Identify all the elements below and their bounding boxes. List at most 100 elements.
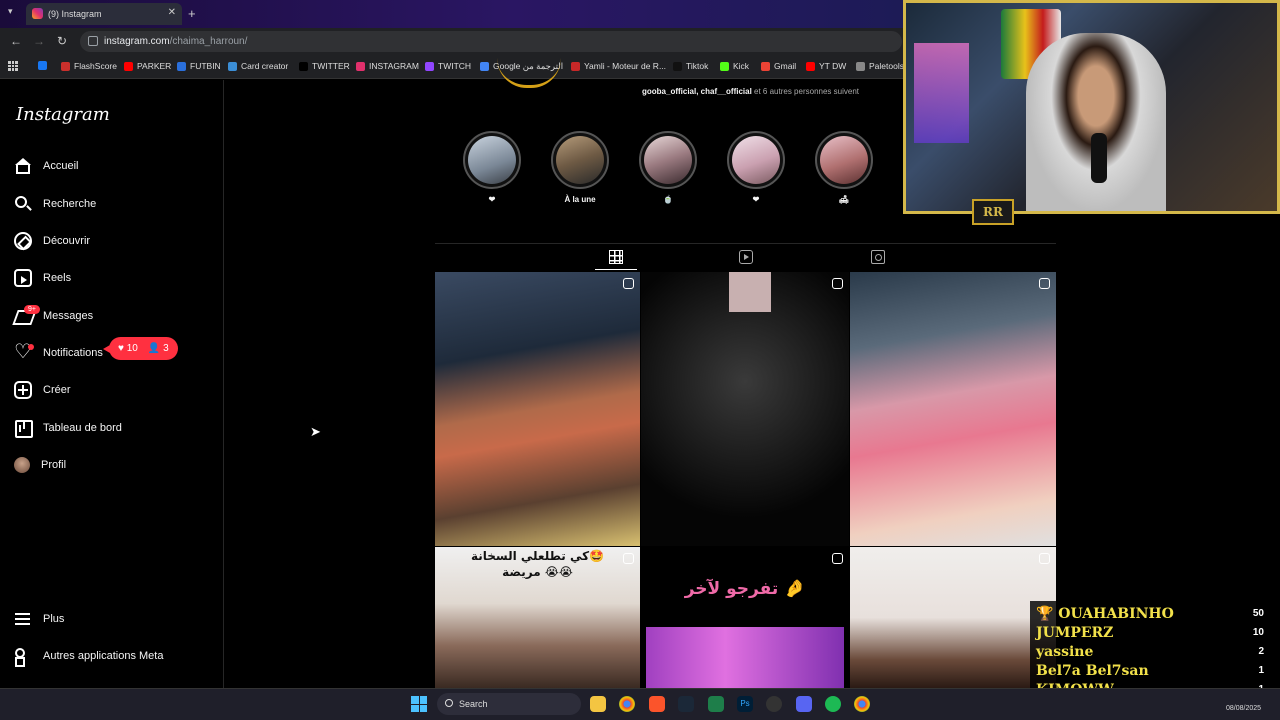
- bookmark-item[interactable]: FlashScore: [61, 61, 117, 71]
- nav-messages-label: Messages: [43, 310, 94, 322]
- post-thumbnail[interactable]: كي تطلعلي السخانة🤩 مريضة 😭😭: [435, 547, 640, 688]
- bookmark-item[interactable]: TWITTER: [299, 61, 350, 71]
- bookmark-item[interactable]: Paletools: [856, 61, 904, 71]
- leaderboard-value: 1: [1258, 665, 1264, 676]
- bookmark-item[interactable]: Kick: [720, 61, 749, 71]
- nav-profile-label: Profil: [41, 459, 67, 471]
- reel-icon: [832, 278, 843, 289]
- nav-meta-apps[interactable]: Autres applications Meta: [14, 643, 163, 669]
- nav-explore[interactable]: Découvrir: [14, 228, 90, 254]
- steam-icon[interactable]: [678, 696, 694, 712]
- close-tab-icon[interactable]: ✕: [168, 7, 176, 18]
- taskbar-search[interactable]: Search: [437, 693, 581, 715]
- post-thumbnail[interactable]: [641, 272, 849, 546]
- bookmark-item[interactable]: [38, 61, 51, 70]
- bookmark-favicon-icon: [38, 61, 47, 70]
- bookmark-favicon-icon: [673, 61, 682, 71]
- reload-icon[interactable]: ↻: [57, 34, 67, 48]
- avatar-icon: [14, 457, 30, 473]
- photoshop-icon[interactable]: Ps: [737, 696, 753, 712]
- leaderboard-name: 🏆 OUAHABINHO: [1036, 606, 1174, 622]
- profile-picture-ring[interactable]: [497, 58, 561, 88]
- post-caption: تفرجو لآخر 🤌: [684, 579, 806, 599]
- nav-notifications[interactable]: Notifications: [14, 339, 103, 366]
- bookmark-item[interactable]: INSTAGRAM: [356, 61, 419, 71]
- leaderboard-name: Bel7a Bel7san: [1036, 663, 1149, 679]
- bookmark-label: FlashScore: [74, 61, 117, 71]
- spotify-icon[interactable]: [825, 696, 841, 712]
- posts-grid-icon[interactable]: [609, 250, 623, 264]
- dashboard-icon: [14, 419, 33, 438]
- bookmark-item[interactable]: PARKER: [124, 61, 171, 71]
- chrome-icon[interactable]: [619, 696, 635, 712]
- highlight-label: ❤: [488, 195, 496, 204]
- highlight-3[interactable]: [639, 131, 697, 189]
- highlight-label: 🍵: [663, 195, 673, 204]
- nav-profile[interactable]: Profil: [14, 452, 66, 478]
- back-icon[interactable]: ←: [10, 34, 22, 48]
- windows-taskbar: [0, 688, 1280, 720]
- active-tab-indicator: [595, 269, 637, 270]
- bookmark-label: Tiktok: [686, 61, 709, 71]
- site-info-icon[interactable]: [88, 36, 98, 46]
- windows-start-icon[interactable]: [411, 696, 427, 712]
- bookmark-item[interactable]: Gmail: [761, 61, 796, 71]
- bookmark-item[interactable]: YT DW: [806, 61, 846, 71]
- forward-icon[interactable]: →: [33, 34, 45, 48]
- nav-more[interactable]: Plus: [14, 606, 64, 632]
- nav-create[interactable]: Créer: [14, 377, 71, 403]
- bookmark-item[interactable]: TWITCH: [425, 61, 471, 71]
- tagged-tab-icon[interactable]: [871, 250, 885, 264]
- bookmark-item[interactable]: Yamli - Moteur de R...: [571, 61, 666, 71]
- nav-dashboard[interactable]: Tableau de bord: [14, 415, 122, 441]
- apps-grid-icon[interactable]: [8, 61, 18, 71]
- tab-list-icon[interactable]: ▾: [8, 6, 13, 17]
- highlight-5[interactable]: [815, 131, 873, 189]
- search-icon: [14, 195, 32, 213]
- highlight-label: À la une: [564, 195, 596, 204]
- bookmark-favicon-icon: [761, 61, 770, 71]
- highlight-1[interactable]: [463, 131, 521, 189]
- chrome-icon[interactable]: [854, 696, 870, 712]
- messages-badge: 9+: [24, 305, 40, 314]
- bookmark-item[interactable]: Tiktok: [673, 61, 708, 71]
- highlight-4[interactable]: [727, 131, 785, 189]
- carousel-icon: [623, 278, 634, 289]
- nav-reels[interactable]: Reels: [14, 265, 71, 291]
- nav-dashboard-label: Tableau de bord: [43, 422, 122, 434]
- app-icon[interactable]: [708, 696, 724, 712]
- bookmark-item[interactable]: Card creator: [228, 61, 288, 71]
- bookmark-favicon-icon: [425, 61, 434, 71]
- webcam-microphone: [1091, 133, 1107, 183]
- bookmark-favicon-icon: [571, 61, 580, 71]
- bookmark-label: Kick: [733, 61, 750, 71]
- followed-by-text[interactable]: gooba_official, chaf__official et 6 autr…: [642, 87, 859, 96]
- obs-icon[interactable]: [766, 696, 782, 712]
- notification-summary-pill[interactable]: ♥ 10 👤 3: [103, 337, 178, 360]
- post-caption: كي تطلعلي السخانة🤩: [470, 549, 605, 563]
- bookmark-item[interactable]: FUTBIN: [177, 61, 221, 71]
- instagram-logo[interactable]: Instagram: [16, 104, 110, 125]
- nav-notifications-label: Notifications: [43, 347, 103, 359]
- brave-icon[interactable]: [649, 696, 665, 712]
- meta-apps-icon: [14, 647, 32, 667]
- post-thumbnail[interactable]: [850, 547, 1056, 688]
- webcam-streamer: [1026, 33, 1166, 211]
- compass-icon: [14, 232, 32, 250]
- browser-tab-instagram[interactable]: (9) Instagram ✕: [26, 3, 182, 25]
- post-thumbnail[interactable]: [435, 272, 640, 546]
- highlight-2[interactable]: [551, 131, 609, 189]
- post-thumbnail[interactable]: [850, 272, 1056, 546]
- discord-icon[interactable]: [796, 696, 812, 712]
- file-explorer-icon[interactable]: [590, 696, 606, 712]
- post-thumbnail[interactable]: تفرجو لآخر 🤌: [641, 547, 849, 688]
- nav-search[interactable]: Recherche: [14, 191, 96, 217]
- url-input[interactable]: instagram.com /chaima_harroun/: [80, 31, 902, 52]
- likes-count: ♥ 10: [118, 343, 138, 354]
- nav-home[interactable]: Accueil: [14, 153, 78, 179]
- leaderboard-value: 50: [1252, 608, 1264, 619]
- reels-tab-icon[interactable]: [739, 250, 753, 264]
- new-tab-button[interactable]: +: [188, 6, 196, 21]
- bookmark-favicon-icon: [61, 61, 70, 71]
- leaderboard-value: 2: [1258, 646, 1264, 657]
